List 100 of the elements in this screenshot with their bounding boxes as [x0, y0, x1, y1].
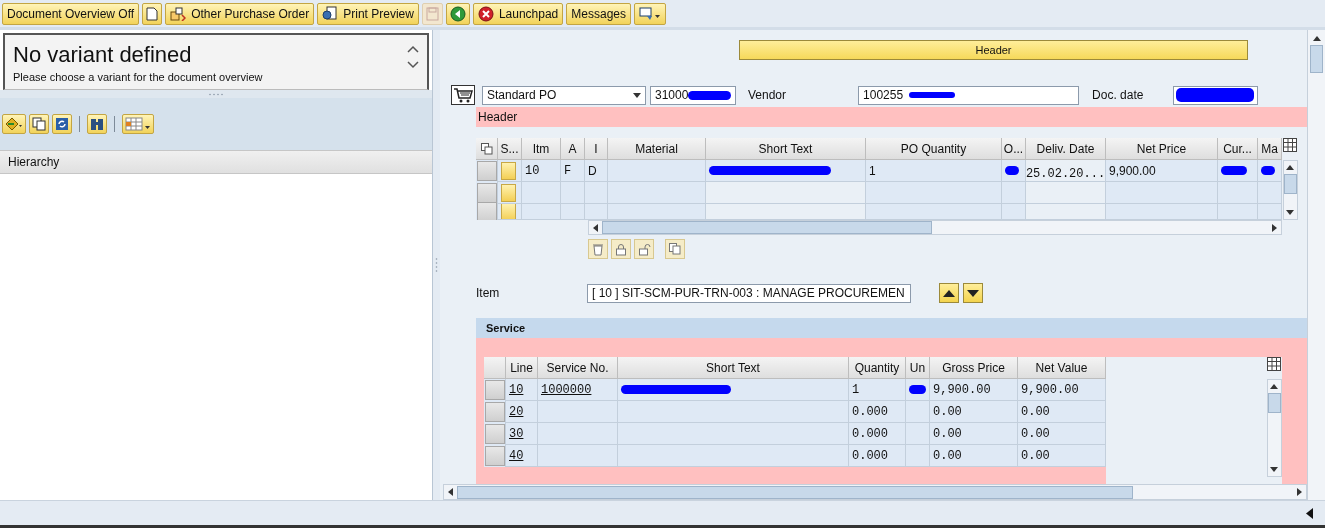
column-header[interactable]: PO Quantity [866, 138, 1002, 160]
scroll-thumb[interactable] [602, 221, 932, 234]
scroll-left-icon[interactable] [593, 223, 598, 232]
scroll-thumb[interactable] [1310, 45, 1323, 73]
column-header[interactable]: O... [1002, 138, 1026, 160]
refresh-button[interactable] [52, 114, 72, 134]
header-section-bar[interactable]: Header [476, 107, 1307, 127]
table-link[interactable]: 40 [509, 448, 524, 463]
previous-item-button[interactable] [939, 283, 959, 303]
column-header[interactable]: Short Text [618, 357, 849, 379]
document-overview-button[interactable]: Document Overview Off [2, 2, 140, 25]
table-cell [561, 204, 585, 220]
caret-icon [633, 92, 641, 98]
scroll-right-icon[interactable] [1272, 223, 1277, 232]
scroll-up-icon[interactable] [1286, 165, 1294, 170]
item-dropdown[interactable]: [ 10 ] SIT-SCM-PUR-TRN-003 : MANAGE PROCUREMEN [587, 283, 911, 303]
column-header[interactable]: Short Text [706, 138, 866, 160]
launchpad-button[interactable]: Launchpad [472, 2, 564, 25]
column-settings-icon[interactable] [1283, 138, 1297, 152]
unlock-button[interactable] [634, 239, 654, 259]
table-cell: 1 [866, 160, 1002, 182]
column-header[interactable]: A [561, 138, 585, 160]
search-button[interactable] [87, 114, 107, 134]
layout-menu-button[interactable] [122, 114, 154, 134]
vendor-field[interactable]: 100255 [858, 85, 1080, 105]
unlock-icon [637, 242, 651, 256]
column-header[interactable]: Cur... [1218, 138, 1258, 160]
new-document-button[interactable] [142, 2, 163, 25]
help-icon [639, 6, 661, 21]
scroll-thumb[interactable] [457, 485, 1133, 499]
vertical-scrollbar[interactable] [1266, 379, 1282, 477]
status-indicator [501, 161, 516, 180]
vendor-label: Vendor [748, 88, 787, 102]
column-settings-icon[interactable] [1267, 357, 1281, 371]
table-link[interactable]: 10 [509, 382, 524, 397]
scroll-thumb[interactable] [1267, 393, 1281, 413]
scroll-thumb[interactable] [1283, 174, 1297, 194]
copy-button[interactable] [29, 114, 49, 134]
column-header[interactable]: Service No. [538, 357, 618, 379]
table-cell: 0.000 [849, 445, 906, 467]
copy-button[interactable] [665, 239, 685, 259]
column-header[interactable]: Net Price [1106, 138, 1218, 160]
messages-button[interactable]: Messages [566, 2, 631, 25]
scroll-up-icon[interactable] [1312, 36, 1321, 41]
horizontal-scrollbar[interactable] [588, 220, 1282, 235]
vertical-scrollbar[interactable] [1282, 160, 1298, 220]
table-cell: 0.000 [849, 401, 906, 423]
column-header[interactable]: Material [608, 138, 706, 160]
lock-icon [615, 242, 627, 256]
table-link[interactable]: 20 [509, 404, 524, 419]
cancel-icon [477, 5, 494, 22]
document-type-dropdown[interactable]: Standard PO [482, 85, 646, 105]
back-icon [449, 5, 466, 22]
lock-button[interactable] [611, 239, 631, 259]
column-header[interactable]: Ma [1258, 138, 1282, 160]
scroll-up-icon[interactable] [407, 45, 419, 53]
po-number-field[interactable]: 31000 [650, 85, 736, 105]
column-header[interactable]: Hierarchy [0, 150, 432, 174]
collapse-arrow-icon[interactable] [1306, 507, 1313, 519]
other-purchase-order-button[interactable]: Other Purchase Order [165, 2, 315, 25]
scroll-right-icon[interactable] [1297, 488, 1302, 496]
table-cell [906, 423, 930, 445]
column-header[interactable]: Gross Price [930, 357, 1018, 379]
column-header[interactable]: Itm [522, 138, 561, 160]
save-icon [425, 6, 439, 21]
table-cell: 0.000 [849, 423, 906, 445]
splitter-grip-icon[interactable] [209, 92, 223, 96]
table-cell: 0.00 [930, 401, 1018, 423]
column-header[interactable]: Un [906, 357, 930, 379]
variant-hint: Please choose a variant for the document overview [13, 71, 264, 83]
scroll-left-icon[interactable] [448, 488, 453, 496]
up-arrow-icon [943, 289, 955, 297]
column-header[interactable]: Deliv. Date [1026, 138, 1106, 160]
header-toggle-button[interactable]: Header [739, 40, 1248, 60]
help-menu-button[interactable] [634, 2, 666, 25]
cart-icon [451, 85, 475, 105]
scroll-down-icon[interactable] [1270, 467, 1278, 472]
column-header[interactable]: S... [498, 138, 522, 160]
scroll-down-icon[interactable] [407, 61, 419, 69]
splitter-grip-icon[interactable] [435, 258, 438, 272]
scroll-up-icon[interactable] [1270, 384, 1278, 389]
column-header[interactable]: I [585, 138, 608, 160]
column-header[interactable]: Net Value [1018, 357, 1106, 379]
scroll-down-icon[interactable] [1286, 210, 1294, 215]
select-all-button[interactable] [476, 138, 498, 160]
next-item-button[interactable] [963, 283, 983, 303]
print-preview-button[interactable]: Print Preview [317, 2, 419, 25]
back-button[interactable] [445, 2, 470, 25]
documents-icon [170, 6, 187, 21]
variant-menu-button[interactable] [2, 114, 26, 134]
table-link[interactable]: 30 [509, 426, 524, 441]
table-link[interactable]: 1000000 [541, 382, 592, 397]
horizontal-scrollbar[interactable] [443, 484, 1307, 500]
column-header[interactable]: Quantity [849, 357, 906, 379]
table-cell: 10 [522, 160, 561, 182]
vertical-scrollbar[interactable] [1307, 30, 1325, 500]
delete-button[interactable] [588, 239, 608, 259]
table-cell [561, 182, 585, 204]
column-header[interactable]: Line [506, 357, 538, 379]
service-tab[interactable]: Service [476, 318, 1307, 338]
